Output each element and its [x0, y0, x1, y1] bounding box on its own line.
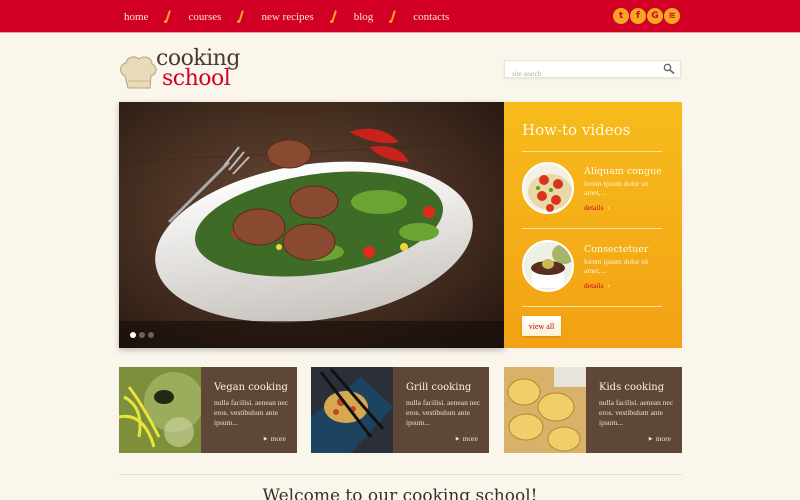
card-body: Vegan cooking nulla facilisi. aenean nec… [201, 367, 297, 453]
logo[interactable]: cooking school [118, 46, 258, 96]
card-body: Grill cooking nulla facilisi. aenean nec… [393, 367, 489, 453]
chevron-right-icon: › [607, 203, 611, 212]
card-description: nulla facilisi. aenean nec eros. vestibu… [214, 398, 289, 427]
video-description: lorem ipsum dolor sit amet,... [584, 257, 649, 275]
nav-item-blog[interactable]: blog [354, 11, 374, 23]
divider [522, 306, 662, 307]
card-body: Kids cooking nulla facilisi. aenean nec … [586, 367, 682, 453]
card-more-link[interactable]: ▶ more [649, 434, 671, 443]
video-description: lorem ipsum dolor sit amet,... [584, 179, 649, 197]
hero-slider[interactable] [119, 102, 504, 348]
slide-image-salad-bowl [119, 102, 504, 348]
video-item: Consectetuer lorem ipsum dolor sit amet,… [522, 240, 672, 300]
search-icon[interactable] [663, 63, 675, 75]
video-item: Aliquam congue lorem ipsum dolor sit ame… [522, 162, 672, 222]
nav-separator-icon [233, 10, 249, 24]
card-image-vegan[interactable] [119, 367, 201, 453]
chevron-right-icon: › [607, 281, 611, 290]
how-to-videos-panel: How-to videos Aliquam congue lorem ipsum… [504, 102, 682, 348]
course-card-vegan: Vegan cooking nulla facilisi. aenean nec… [119, 367, 297, 453]
video-details-link[interactable]: details › [584, 203, 610, 212]
search-input[interactable] [505, 66, 655, 82]
card-description: nulla facilisi. aenean nec eros. vestibu… [599, 398, 674, 427]
chef-hat-icon [120, 56, 157, 89]
card-image-grill[interactable] [311, 367, 393, 453]
video-title: Consectetuer [584, 244, 649, 255]
facebook-icon[interactable]: f [630, 8, 646, 24]
divider [522, 151, 662, 152]
more-label: more [270, 434, 286, 443]
more-label: more [655, 434, 671, 443]
twitter-icon[interactable]: t [613, 8, 629, 24]
divider [522, 228, 662, 229]
nav-item-contacts[interactable]: contacts [413, 11, 449, 23]
welcome-heading: Welcome to our cooking school! [262, 486, 538, 500]
slider-dot-3[interactable] [148, 332, 154, 338]
nav-separator-icon [160, 10, 176, 24]
google-icon[interactable]: G [647, 8, 663, 24]
card-more-link[interactable]: ▶ more [264, 434, 286, 443]
more-label: more [462, 434, 478, 443]
view-all-button[interactable]: view all [522, 316, 561, 336]
how-to-videos-title: How-to videos [522, 121, 631, 139]
video-details-link[interactable]: details › [584, 281, 610, 290]
nav-separator-icon [385, 10, 401, 24]
triangle-right-icon: ▶ [263, 437, 268, 442]
nav-separator-icon [326, 10, 342, 24]
course-card-grill: Grill cooking nulla facilisi. aenean nec… [311, 367, 489, 453]
slider-dot-2[interactable] [139, 332, 145, 338]
course-card-kids: Kids cooking nulla facilisi. aenean nec … [504, 367, 682, 453]
details-label: details [584, 203, 604, 212]
video-thumbnail-pasta[interactable] [522, 162, 574, 214]
video-thumbnail-souffle[interactable] [522, 240, 574, 292]
section-divider [119, 474, 682, 475]
nav-item-home[interactable]: home [124, 11, 148, 23]
search-box [504, 60, 681, 82]
nav-item-courses[interactable]: courses [188, 11, 221, 23]
card-image-kids[interactable] [504, 367, 586, 453]
video-title: Aliquam congue [584, 166, 662, 177]
card-title: Grill cooking [406, 382, 472, 393]
card-title: Kids cooking [599, 382, 665, 393]
social-links: t f G ≋ [613, 8, 680, 24]
rss-icon[interactable]: ≋ [664, 8, 680, 24]
slider-pagination [130, 332, 154, 338]
triangle-right-icon: ▶ [648, 437, 653, 442]
card-description: nulla facilisi. aenean nec eros. vestibu… [406, 398, 481, 427]
logo-text-school: school [162, 66, 231, 91]
slider-dot-1[interactable] [130, 332, 136, 338]
details-label: details [584, 281, 604, 290]
slider-caption-bar [119, 321, 504, 348]
main-nav: home courses new recipes blog contacts [124, 0, 449, 33]
triangle-right-icon: ▶ [455, 437, 460, 442]
nav-item-new-recipes[interactable]: new recipes [261, 11, 313, 23]
card-more-link[interactable]: ▶ more [456, 434, 478, 443]
top-bar: home courses new recipes blog contacts t… [0, 0, 800, 33]
card-title: Vegan cooking [214, 382, 288, 393]
